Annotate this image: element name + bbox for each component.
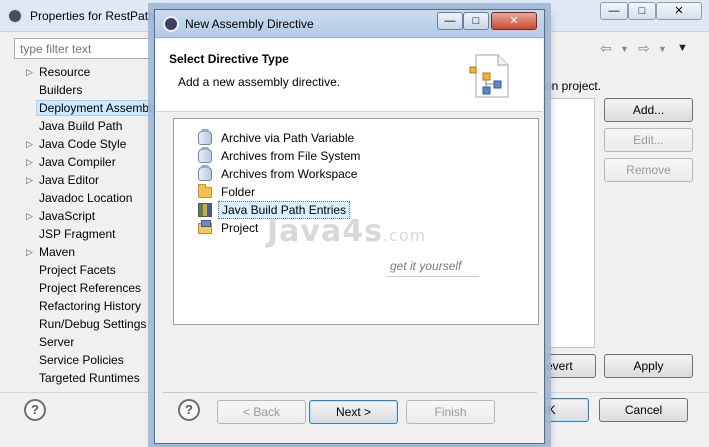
tree-item-label: Project References bbox=[39, 281, 142, 295]
tree-item[interactable]: Run/Debug Settings bbox=[0, 315, 160, 333]
tree-item-label: JSP Fragment bbox=[39, 227, 116, 241]
close-button[interactable]: ✕ bbox=[491, 12, 537, 30]
tree-item[interactable]: ▷ Maven bbox=[0, 243, 160, 261]
maximize-button[interactable]: □ bbox=[463, 12, 489, 30]
watermark-tagline: get it yourself bbox=[390, 259, 462, 273]
wizard-header: Select Directive Type Add a new assembly… bbox=[156, 39, 543, 112]
tree-item-label: Resource bbox=[39, 65, 91, 79]
revert-button[interactable]: evert bbox=[545, 354, 596, 378]
apply-button[interactable]: Apply bbox=[604, 354, 693, 378]
tree-item-label: Maven bbox=[39, 245, 76, 259]
tree-item[interactable]: Java Build Path bbox=[0, 117, 160, 135]
tree-item-label: Javadoc Location bbox=[39, 191, 133, 205]
tree-item-label: Java Compiler bbox=[39, 155, 116, 169]
chevron-down-icon[interactable]: ▼ bbox=[620, 44, 629, 54]
tree-item-label: Service Policies bbox=[39, 353, 124, 367]
tree-item[interactable]: Refactoring History bbox=[0, 297, 160, 315]
back-nav-icon[interactable]: ⇦ bbox=[600, 40, 612, 57]
dialog-titlebar: New Assembly Directive — □ ✕ bbox=[155, 10, 544, 38]
filter-input[interactable] bbox=[14, 38, 160, 59]
wizard-title: Select Directive Type bbox=[169, 52, 289, 66]
close-button[interactable]: ✕ bbox=[656, 2, 702, 20]
expand-arrow-icon[interactable]: ▷ bbox=[26, 135, 33, 153]
tree-item-label: Project Facets bbox=[39, 263, 116, 277]
tree-item-label: Builders bbox=[39, 83, 83, 97]
tree-item[interactable]: JSP Fragment bbox=[0, 225, 160, 243]
finish-button[interactable]: Finish bbox=[406, 400, 495, 424]
project-icon bbox=[198, 220, 212, 234]
help-icon[interactable]: ? bbox=[24, 399, 46, 421]
expand-arrow-icon[interactable]: ▷ bbox=[26, 207, 33, 225]
eclipse-icon bbox=[7, 8, 23, 24]
tree-item[interactable]: ▷ Java Editor bbox=[0, 171, 160, 189]
watermark-line bbox=[387, 276, 479, 277]
tree-item-label: Deployment Assembly bbox=[36, 100, 161, 116]
directive-type-label: Archive via Path Variable bbox=[221, 131, 355, 145]
assembly-description: on project. bbox=[545, 79, 602, 93]
tree-item-label: Targeted Runtimes bbox=[39, 371, 140, 385]
back-button[interactable]: < Back bbox=[217, 400, 306, 424]
tree-item[interactable]: Service Policies bbox=[0, 351, 160, 369]
tree-item[interactable]: Project Facets bbox=[0, 261, 160, 279]
wizard-description: Add a new assembly directive. bbox=[178, 75, 341, 89]
tree-item[interactable]: Server bbox=[0, 333, 160, 351]
tree-item[interactable]: Targeted Runtimes bbox=[0, 369, 160, 387]
tree-item-label: Java Build Path bbox=[39, 119, 123, 133]
dialog-title: New Assembly Directive bbox=[185, 17, 314, 31]
tree-item[interactable]: ▷ Resource bbox=[0, 63, 160, 81]
tree-item-label: Java Editor bbox=[39, 173, 100, 187]
wizard-banner-icon bbox=[469, 54, 509, 98]
directive-type-label: Project bbox=[221, 221, 259, 235]
tree-item[interactable]: Javadoc Location bbox=[0, 189, 160, 207]
remove-button[interactable]: Remove bbox=[604, 158, 693, 182]
add-button[interactable]: Add... bbox=[604, 98, 693, 122]
view-menu-icon[interactable]: ▼ bbox=[677, 42, 688, 54]
tree-item-label: JavaScript bbox=[39, 209, 96, 223]
directive-type-label: Archives from File System bbox=[221, 149, 361, 163]
expand-arrow-icon[interactable]: ▷ bbox=[26, 153, 33, 171]
minimize-button[interactable]: — bbox=[600, 2, 628, 20]
edit-button[interactable]: Edit... bbox=[604, 128, 693, 152]
folder-icon bbox=[198, 184, 212, 198]
eclipse-icon bbox=[163, 16, 179, 32]
jar-icon bbox=[198, 129, 212, 145]
cancel-button[interactable]: Cancel bbox=[599, 398, 688, 422]
properties-title: Properties for RestPath bbox=[30, 9, 155, 23]
new-assembly-directive-dialog: New Assembly Directive — □ ✕ Select Dire… bbox=[154, 9, 545, 444]
chevron-down-icon[interactable]: ▼ bbox=[658, 44, 667, 54]
jar-icon bbox=[198, 147, 212, 163]
divider bbox=[163, 392, 537, 393]
property-tree: ▷ Resource Builders Deployment Assembly Java… bbox=[0, 63, 161, 387]
tree-item-label: Run/Debug Settings bbox=[39, 317, 147, 331]
tree-item[interactable]: ▷ Java Code Style bbox=[0, 135, 160, 153]
expand-arrow-icon[interactable]: ▷ bbox=[26, 171, 33, 189]
tree-item-label: Server bbox=[39, 335, 75, 349]
tree-item[interactable]: Builders bbox=[0, 81, 160, 99]
expand-arrow-icon[interactable]: ▷ bbox=[26, 243, 33, 261]
tree-item-label: Refactoring History bbox=[39, 299, 142, 313]
forward-nav-icon[interactable]: ⇨ bbox=[638, 40, 650, 57]
library-icon bbox=[198, 203, 212, 217]
tree-item[interactable]: ▷ JavaScript bbox=[0, 207, 160, 225]
maximize-button[interactable]: □ bbox=[628, 2, 656, 20]
directive-type-label: Archives from Workspace bbox=[221, 167, 358, 181]
directive-type-label: Folder bbox=[221, 185, 256, 199]
tree-item[interactable]: Deployment Assembly bbox=[0, 99, 161, 117]
tree-item-label: Java Code Style bbox=[39, 137, 127, 151]
jar-icon bbox=[198, 165, 212, 181]
next-button[interactable]: Next > bbox=[309, 400, 398, 424]
help-icon[interactable]: ? bbox=[178, 399, 200, 421]
java4s-watermark: Java4s.com bbox=[267, 214, 427, 249]
tree-item[interactable]: ▷ Java Compiler bbox=[0, 153, 160, 171]
expand-arrow-icon[interactable]: ▷ bbox=[26, 63, 33, 81]
assembly-table[interactable] bbox=[545, 98, 595, 348]
minimize-button[interactable]: — bbox=[437, 12, 463, 30]
tree-item[interactable]: Project References bbox=[0, 279, 160, 297]
